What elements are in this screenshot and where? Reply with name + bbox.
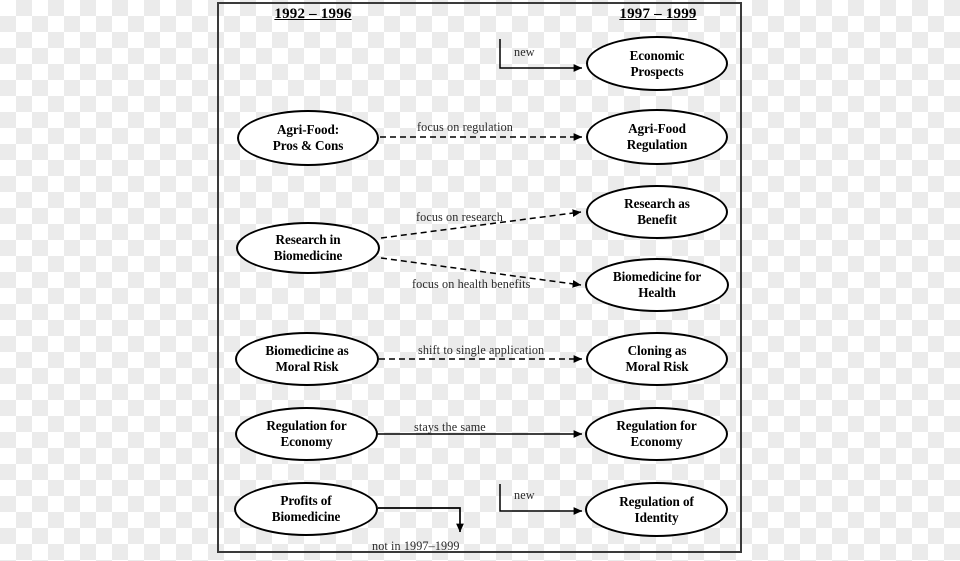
node-line-1: Agri-Food:: [277, 122, 339, 138]
node-line-1: Biomedicine as: [265, 343, 349, 359]
node-line-1: Regulation of: [619, 493, 694, 509]
node-line-2: Biomedicine: [271, 509, 341, 524]
node-regulation-for-economy-left[interactable]: Regulation for Economy: [235, 407, 378, 461]
edge-label-stays-the-same: stays the same: [414, 420, 486, 434]
node-economic-prospects[interactable]: Economic Prospects: [586, 36, 728, 91]
node-line-1: Regulation for: [616, 418, 697, 434]
node-label: Agri-Food: Pros & Cons: [265, 122, 351, 153]
column-header-right: 1997 – 1999: [619, 6, 697, 22]
node-line-1: Regulation for: [266, 418, 347, 434]
node-line-1: Research in: [275, 232, 341, 248]
node-line-2: Economy: [280, 434, 333, 449]
node-cloning-as-moral-risk[interactable]: Cloning as Moral Risk: [586, 332, 728, 386]
node-label: Cloning as Moral Risk: [617, 343, 696, 374]
diagram-canvas: 1992 – 1996 1997 – 1999 Agri-Food Regula…: [0, 0, 960, 561]
node-label: Economic Prospects: [622, 48, 693, 79]
node-line-2: Regulation: [626, 137, 688, 152]
node-label: Regulation for Economy: [608, 418, 704, 449]
node-research-in-biomedicine[interactable]: Research in Biomedicine: [236, 222, 380, 274]
node-line-2: Moral Risk: [625, 359, 689, 374]
node-line-1: Economic: [629, 47, 685, 63]
edge-label-new-top: new: [514, 45, 535, 59]
node-line-1: Research as: [624, 196, 690, 212]
column-header-left: 1992 – 1996: [274, 6, 352, 22]
node-line-1: Biomedicine for: [612, 269, 702, 285]
node-line-2: Health: [638, 285, 676, 300]
node-line-2: Moral Risk: [275, 359, 339, 374]
node-profits-of-biomedicine[interactable]: Profits of Biomedicine: [234, 482, 378, 536]
node-label: Regulation for Economy: [258, 418, 354, 449]
node-label: Profits of Biomedicine: [264, 493, 349, 524]
node-line-2: Prospects: [630, 63, 684, 79]
node-biomedicine-as-moral-risk[interactable]: Biomedicine as Moral Risk: [235, 332, 379, 386]
node-agri-food-regulation[interactable]: Agri-Food Regulation: [586, 109, 728, 165]
node-line-2: Biomedicine: [273, 248, 343, 263]
edge-label-new-bottom: new: [514, 488, 535, 502]
node-line-1: Profits of: [280, 493, 332, 509]
node-agri-food-pros-cons[interactable]: Agri-Food: Pros & Cons: [237, 110, 379, 166]
edge-label-focus-on-research: focus on research: [416, 210, 503, 224]
node-label: Biomedicine as Moral Risk: [257, 343, 356, 374]
node-line-1: Agri-Food: [628, 121, 686, 137]
node-line-2: Pros & Cons: [272, 138, 344, 153]
edge-label-not-in-1997-1999: not in 1997–1999: [372, 539, 460, 553]
node-line-1: Cloning as: [627, 343, 687, 359]
node-regulation-of-identity[interactable]: Regulation of Identity: [585, 482, 728, 537]
node-biomedicine-for-health[interactable]: Biomedicine for Health: [585, 258, 729, 312]
node-line-2: Benefit: [637, 212, 677, 227]
node-label: Agri-Food Regulation: [619, 121, 696, 152]
edge-label-focus-on-regulation: focus on regulation: [417, 120, 513, 134]
node-regulation-for-economy-right[interactable]: Regulation for Economy: [585, 407, 728, 461]
node-line-2: Identity: [634, 509, 679, 525]
node-label: Regulation of Identity: [611, 494, 702, 525]
node-label: Biomedicine for Health: [605, 269, 709, 300]
node-research-as-benefit[interactable]: Research as Benefit: [586, 185, 728, 239]
node-line-2: Economy: [630, 434, 683, 449]
edge-label-focus-on-health-benefits: focus on health benefits: [412, 277, 531, 291]
node-label: Research in Biomedicine: [266, 232, 351, 263]
node-label: Research as Benefit: [616, 196, 698, 227]
edge-label-shift-to-single-application: shift to single application: [418, 343, 545, 357]
